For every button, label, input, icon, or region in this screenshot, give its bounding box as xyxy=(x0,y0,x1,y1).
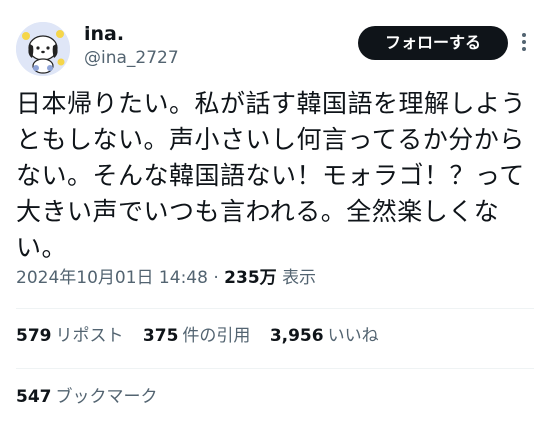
tweet-detail: ina. @ina_2727 フォローする 日本帰りたい。私が話す韓国語を理解し… xyxy=(0,0,550,432)
divider xyxy=(16,308,534,309)
views-count: 235万 xyxy=(224,268,277,288)
bookmark-stat[interactable]: 547 ブックマーク xyxy=(16,385,158,409)
like-stat[interactable]: 3,956 いいね xyxy=(270,324,379,348)
post-text: 日本帰りたい。私が話す韓国語を理解しようともしない。声小さいし何言ってるか分から… xyxy=(16,89,527,262)
like-count: 3,956 xyxy=(269,326,324,346)
more-dot xyxy=(522,33,526,37)
user-name-block: ina. @ina_2727 xyxy=(84,22,179,70)
display-name[interactable]: ina. xyxy=(84,22,179,46)
meta-separator: · xyxy=(213,268,219,288)
post-stats: 579 リポスト 375 件の引用 3,956 いいね xyxy=(16,324,393,348)
repost-stat[interactable]: 579 リポスト xyxy=(16,324,124,348)
user-handle[interactable]: @ina_2727 xyxy=(84,46,179,70)
avatar[interactable] xyxy=(16,22,70,76)
repost-count: 579 xyxy=(16,326,52,346)
bookmark-label: ブックマーク xyxy=(55,387,158,407)
post-timestamp[interactable]: 2024年10月01日 14:48 xyxy=(16,268,208,288)
views-label: 表示 xyxy=(282,268,317,288)
more-vertical-icon[interactable] xyxy=(516,30,532,56)
more-dot xyxy=(522,40,526,44)
tweet-header: ina. @ina_2727 フォローする xyxy=(16,18,536,78)
quote-label: 件の引用 xyxy=(182,326,251,346)
divider xyxy=(16,368,534,369)
repost-label: リポスト xyxy=(55,326,124,346)
like-label: いいね xyxy=(327,326,379,346)
more-dot xyxy=(522,47,526,51)
quote-stat[interactable]: 375 件の引用 xyxy=(143,324,251,348)
post-meta: 2024年10月01日 14:48 · 235万 表示 xyxy=(16,266,316,290)
quote-count: 375 xyxy=(142,326,179,346)
pochacco-avatar-icon xyxy=(16,22,70,76)
bookmark-count: 547 xyxy=(16,387,52,407)
follow-button[interactable]: フォローする xyxy=(358,26,508,60)
